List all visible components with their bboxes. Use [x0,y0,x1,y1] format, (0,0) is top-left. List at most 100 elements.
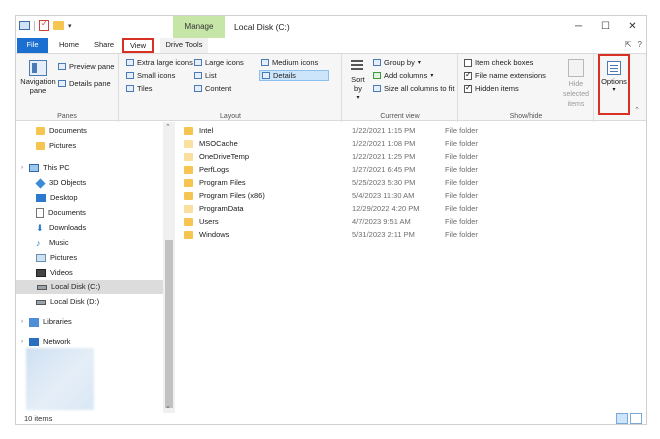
chevron-right-icon[interactable]: › [21,339,23,345]
nav-item-3d-objects[interactable]: 3D Objects [35,176,86,190]
tab-drive-tools[interactable]: Drive Tools [160,38,208,53]
folder-icon [184,165,193,174]
nav-item-pictures-quick[interactable]: Pictures [36,139,76,153]
tab-home[interactable]: Home [54,38,84,53]
nav-item-videos[interactable]: Videos [36,266,73,280]
minimize-button[interactable]: ─ [565,16,592,38]
chevron-right-icon[interactable]: › [21,165,23,171]
table-row[interactable]: MSOCache 1/22/2021 1:08 PM File folder [184,137,525,150]
item-check-boxes-toggle[interactable]: Item check boxes [464,58,533,67]
table-row[interactable]: Users 4/7/2023 9:51 AM File folder [184,215,525,228]
nav-item-libraries[interactable]: Libraries [29,315,72,329]
table-row[interactable]: Intel 1/22/2021 1:15 PM File folder [184,124,525,137]
date-modified: 5/25/2023 5:30 PM [352,178,416,187]
preview-pane-button[interactable]: Preview pane [58,62,114,71]
hide-selected-items-button[interactable]: Hide selected items [559,59,593,109]
nav-item-label: Local Disk (D:) [50,297,100,306]
nav-item-downloads[interactable]: ⬇ Downloads [36,221,86,235]
view-toggles [616,413,642,424]
folder-icon [184,152,193,161]
nav-item-local-disk-d[interactable]: Local Disk (D:) [36,295,99,309]
help-icon[interactable]: ? [638,40,642,49]
nav-item-network[interactable]: Network [29,335,71,349]
details-label: Details [273,71,296,80]
close-button[interactable]: ✕ [619,16,646,38]
network-icon [29,338,39,346]
folder-icon [184,178,193,187]
window-controls: ─ ☐ ✕ [565,16,646,38]
folder-icon [184,139,193,148]
details-option[interactable]: Details [259,70,329,81]
extra-large-icons-icon [126,59,134,66]
content-label: Content [205,84,232,93]
new-folder-icon[interactable] [53,21,64,30]
collapse-ribbon-icon[interactable]: ⌃ [634,106,640,114]
nav-item-documents[interactable]: Documents [36,206,86,220]
scrollbar-thumb[interactable] [165,240,173,408]
tiles-option[interactable]: Tiles [126,84,153,93]
table-row[interactable]: Program Files 5/25/2023 5:30 PM File fol… [184,176,525,189]
group-by-icon [373,59,381,66]
nav-item-label: Pictures [50,253,78,262]
medium-icons-option[interactable]: Medium icons [261,58,318,67]
file-type: File folder [445,165,478,174]
drive-icon [36,299,46,305]
navigation-scrollbar[interactable]: ⌃ ⌄ [163,122,175,413]
table-row[interactable]: Windows 5/31/2023 2:11 PM File folder [184,228,525,241]
file-name-extensions-checkbox[interactable] [464,70,472,80]
nav-item-music[interactable]: ♪ Music [36,236,69,250]
nav-item-label: Libraries [43,317,72,326]
file-type: File folder [445,230,478,239]
details-view-toggle-icon[interactable] [616,413,628,424]
table-row[interactable]: OneDriveTemp 1/22/2021 1:25 PM File fold… [184,150,525,163]
desktop-icon [36,194,46,202]
options-button[interactable]: Options ▾ [598,54,630,115]
chevron-down-icon: ▾ [356,95,360,101]
list-option[interactable]: List [194,71,217,80]
nav-item-desktop[interactable]: Desktop [36,191,78,205]
folder-icon [184,126,193,135]
download-icon: ⬇ [36,222,44,233]
group-by-button[interactable]: Group by ▾ [373,58,421,67]
nav-item-documents-quick[interactable]: Documents [36,124,87,138]
details-pane-button[interactable]: Details pane [58,79,111,88]
properties-icon[interactable] [39,19,49,31]
maximize-button[interactable]: ☐ [592,16,619,38]
nav-item-this-pc[interactable]: This PC [29,161,70,175]
nav-item-local-disk-c[interactable]: Local Disk (C:) [16,280,163,294]
extra-large-icons-option[interactable]: Extra large icons [126,58,193,67]
tab-file[interactable]: File [17,38,48,53]
table-row[interactable]: PerfLogs 1/27/2021 6:45 PM File folder [184,163,525,176]
table-row[interactable]: ProgramData 12/29/2022 4:20 PM File fold… [184,202,525,215]
file-type: File folder [445,204,478,213]
table-row[interactable]: Program Files (x86) 5/4/2023 11:30 AM Fi… [184,189,525,202]
chevron-down-icon[interactable]: ▾ [68,22,72,30]
large-icons-option[interactable]: Large icons [194,58,244,67]
extra-large-icons-label: Extra large icons [137,58,193,67]
folder-icon [184,230,193,239]
size-all-columns-button[interactable]: Size all columns to fit [373,84,454,93]
layout-group-label: Layout [219,113,242,120]
tab-share[interactable]: Share [88,38,120,53]
scroll-down-icon[interactable]: ⌄ [165,402,171,410]
small-icons-option[interactable]: Small icons [126,71,175,80]
large-icons-toggle-icon[interactable] [630,413,642,424]
scroll-up-icon[interactable]: ⌃ [165,123,171,131]
sort-by-button[interactable]: Sort by ▾ [348,58,368,101]
navigation-pane-button[interactable]: Navigation pane [20,60,56,95]
list-view-icon [194,72,202,79]
chevron-right-icon[interactable]: › [21,319,23,325]
nav-item-pictures[interactable]: Pictures [36,251,77,265]
file-name-extensions-toggle[interactable]: File name extensions [464,70,546,80]
content-option[interactable]: Content [194,84,231,93]
add-columns-button[interactable]: Add columns ▾ [373,71,433,80]
pin-ribbon-icon[interactable]: ⇱ [625,40,632,49]
hidden-items-checkbox[interactable] [464,83,472,93]
computer-icon[interactable] [19,21,30,30]
hidden-items-toggle[interactable]: Hidden items [464,83,519,93]
tab-view[interactable]: View [122,38,154,53]
tiles-label: Tiles [137,84,153,93]
item-check-boxes-checkbox[interactable] [464,58,472,67]
panes-group-label: Panes [57,113,77,120]
tab-row-actions: ⇱ ? [625,40,642,49]
